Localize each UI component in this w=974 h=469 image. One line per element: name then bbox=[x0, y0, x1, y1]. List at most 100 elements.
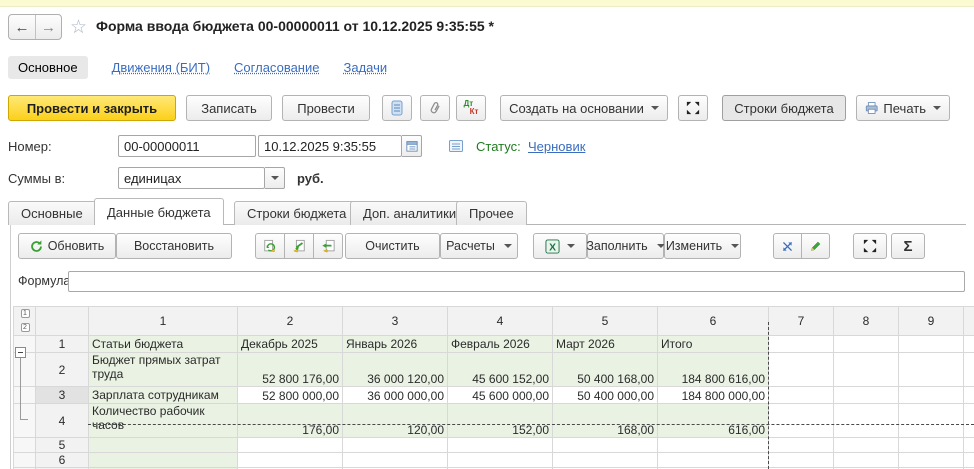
sums-in-dropdown-button[interactable] bbox=[265, 167, 285, 189]
col-header[interactable]: 6 bbox=[658, 307, 769, 336]
excel-load-button[interactable] bbox=[284, 233, 314, 259]
cell-total[interactable]: 184 800 000,00 bbox=[658, 387, 769, 404]
cell-empty[interactable] bbox=[834, 353, 899, 387]
change-button[interactable]: Изменить bbox=[664, 233, 741, 259]
cell-empty[interactable] bbox=[899, 438, 964, 453]
cell-month[interactable]: Январь 2026 bbox=[343, 336, 448, 353]
group-collapse-button[interactable] bbox=[15, 347, 26, 358]
cell-value[interactable]: 50 400 000,00 bbox=[553, 387, 658, 404]
group-level-2-button[interactable]: 2 bbox=[21, 323, 30, 332]
cell-empty[interactable] bbox=[343, 453, 448, 468]
cell-month[interactable]: Март 2026 bbox=[553, 336, 658, 353]
print-button[interactable]: Печать bbox=[856, 95, 950, 121]
cell-article[interactable]: Зарплата сотрудникам bbox=[89, 387, 238, 404]
row-header-current[interactable]: 3 bbox=[36, 387, 89, 404]
group-level-1-button[interactable]: 1 bbox=[21, 309, 30, 318]
attachments-button[interactable] bbox=[420, 95, 450, 121]
row-header[interactable]: 2 bbox=[36, 353, 89, 387]
tab-extra-analytics[interactable]: Доп. аналитики bbox=[350, 201, 469, 225]
cell-value[interactable]: 50 400 168,00 bbox=[553, 353, 658, 387]
status-value-link[interactable]: Черновик bbox=[528, 139, 585, 154]
cell-empty[interactable] bbox=[448, 438, 553, 453]
fill-button[interactable]: Заполнить bbox=[587, 233, 664, 259]
budget-lines-button[interactable]: Строки бюджета bbox=[722, 95, 846, 121]
dr-cr-postings-button[interactable]: Дт Кт bbox=[456, 95, 486, 121]
excel-unload-button[interactable] bbox=[313, 233, 343, 259]
document-register-button[interactable] bbox=[382, 95, 412, 121]
cell-empty[interactable] bbox=[834, 336, 899, 353]
post-button[interactable]: Провести bbox=[282, 95, 370, 121]
col-header[interactable]: 3 bbox=[343, 307, 448, 336]
col-header[interactable]: 7 bbox=[769, 307, 834, 336]
cell-empty[interactable] bbox=[89, 438, 238, 453]
cell-empty[interactable] bbox=[658, 453, 769, 468]
cell-empty[interactable] bbox=[964, 438, 974, 453]
cell-empty[interactable] bbox=[899, 453, 964, 468]
cell-empty[interactable] bbox=[343, 438, 448, 453]
clear-button[interactable]: Очистить bbox=[345, 233, 440, 259]
sums-in-select[interactable]: единицах bbox=[118, 167, 265, 189]
date-calendar-button[interactable] bbox=[402, 135, 422, 157]
nav-link-tasks[interactable]: Задачи bbox=[343, 60, 387, 75]
sum-button[interactable]: Σ bbox=[891, 233, 925, 259]
formula-input[interactable] bbox=[68, 271, 965, 292]
nav-link-approval[interactable]: Согласование bbox=[234, 60, 319, 75]
table-fullscreen-button[interactable] bbox=[853, 233, 887, 259]
cell-empty[interactable] bbox=[89, 453, 238, 468]
cell-empty[interactable] bbox=[834, 453, 899, 468]
cell-article[interactable]: Бюджет прямых затрат труда bbox=[89, 353, 238, 387]
date-field[interactable]: 10.12.2025 9:35:55 bbox=[258, 135, 402, 157]
cell-caption[interactable]: Статьи бюджета bbox=[89, 336, 238, 353]
cell-article[interactable]: Количество рабочик часов bbox=[89, 404, 238, 438]
cell-empty[interactable] bbox=[964, 353, 974, 387]
cell-empty[interactable] bbox=[834, 404, 899, 438]
cell-empty[interactable] bbox=[769, 336, 834, 353]
tab-budget-lines[interactable]: Строки бюджета bbox=[234, 201, 359, 225]
col-header[interactable]: 5 bbox=[553, 307, 658, 336]
write-button[interactable]: Записать bbox=[186, 95, 272, 121]
cell-month[interactable]: Февраль 2026 bbox=[448, 336, 553, 353]
cell-value[interactable]: 152,00 bbox=[448, 404, 553, 438]
cell-empty[interactable] bbox=[964, 387, 974, 404]
row-header[interactable]: 4 bbox=[36, 404, 89, 438]
refresh-button[interactable]: Обновить bbox=[18, 233, 116, 259]
tab-budget-data[interactable]: Данные бюджета bbox=[94, 198, 224, 225]
cell-empty[interactable] bbox=[769, 387, 834, 404]
cell-empty[interactable] bbox=[769, 453, 834, 468]
status-list-icon[interactable] bbox=[448, 138, 464, 154]
swap-axes-button[interactable] bbox=[773, 233, 802, 259]
cell-total[interactable]: 616,00 bbox=[658, 404, 769, 438]
cell-empty[interactable] bbox=[964, 404, 974, 438]
cell-total[interactable]: 184 800 616,00 bbox=[658, 353, 769, 387]
tab-main[interactable]: Основные bbox=[8, 201, 96, 225]
excel-reload-button[interactable] bbox=[255, 233, 285, 259]
nav-link-main[interactable]: Основное bbox=[8, 56, 88, 79]
cell-empty[interactable] bbox=[899, 404, 964, 438]
cell-empty[interactable] bbox=[769, 404, 834, 438]
cell-value[interactable]: 36 000 000,00 bbox=[343, 387, 448, 404]
cell-empty[interactable] bbox=[769, 353, 834, 387]
cell-total-caption[interactable]: Итого bbox=[658, 336, 769, 353]
cell-empty[interactable] bbox=[769, 438, 834, 453]
tab-other[interactable]: Прочее bbox=[456, 201, 527, 225]
col-header[interactable]: 2 bbox=[238, 307, 343, 336]
cell-empty[interactable] bbox=[834, 438, 899, 453]
col-header[interactable]: 9 bbox=[899, 307, 964, 336]
cell-empty[interactable] bbox=[553, 453, 658, 468]
create-based-on-button[interactable]: Создать на основании bbox=[500, 95, 668, 121]
cell-value[interactable]: 36 000 120,00 bbox=[343, 353, 448, 387]
cell-empty[interactable] bbox=[899, 387, 964, 404]
cell-empty[interactable] bbox=[964, 336, 974, 353]
post-and-close-button[interactable]: Провести и закрыть bbox=[8, 95, 176, 121]
cell-empty[interactable] bbox=[834, 387, 899, 404]
row-header[interactable]: 6 bbox=[36, 453, 89, 468]
calculations-button[interactable]: Расчеты bbox=[440, 233, 518, 259]
cell-value[interactable]: 52 800 000,00 bbox=[238, 387, 343, 404]
restore-button[interactable]: Восстановить bbox=[116, 233, 232, 259]
cell-month[interactable]: Декабрь 2025 bbox=[238, 336, 343, 353]
cell-empty[interactable] bbox=[658, 438, 769, 453]
cell-value[interactable]: 45 600 000,00 bbox=[448, 387, 553, 404]
favorite-star-icon[interactable]: ☆ bbox=[70, 16, 87, 39]
cell-empty[interactable] bbox=[238, 438, 343, 453]
cell-value[interactable]: 45 600 152,00 bbox=[448, 353, 553, 387]
